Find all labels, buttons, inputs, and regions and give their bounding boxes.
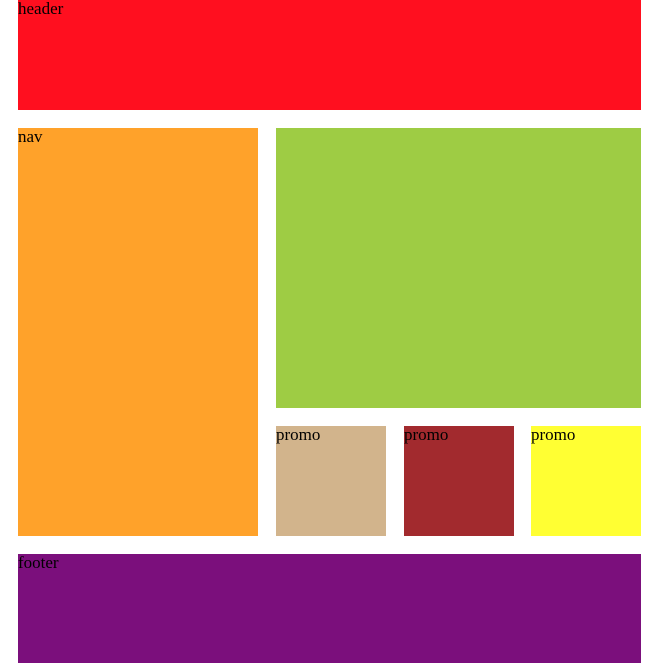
footer-block: footer <box>18 554 641 663</box>
promo-label: promo <box>276 425 321 444</box>
promo-block: promo <box>276 426 386 536</box>
main-content-block <box>276 128 641 408</box>
nav-block: nav <box>18 128 258 536</box>
header-block: header <box>18 0 641 110</box>
footer-label: footer <box>18 553 59 572</box>
promo-label: promo <box>404 425 449 444</box>
promo-block: promo <box>404 426 514 536</box>
header-label: header <box>18 0 64 18</box>
promo-label: promo <box>531 425 576 444</box>
promo-block: promo <box>531 426 641 536</box>
nav-label: nav <box>18 127 43 146</box>
